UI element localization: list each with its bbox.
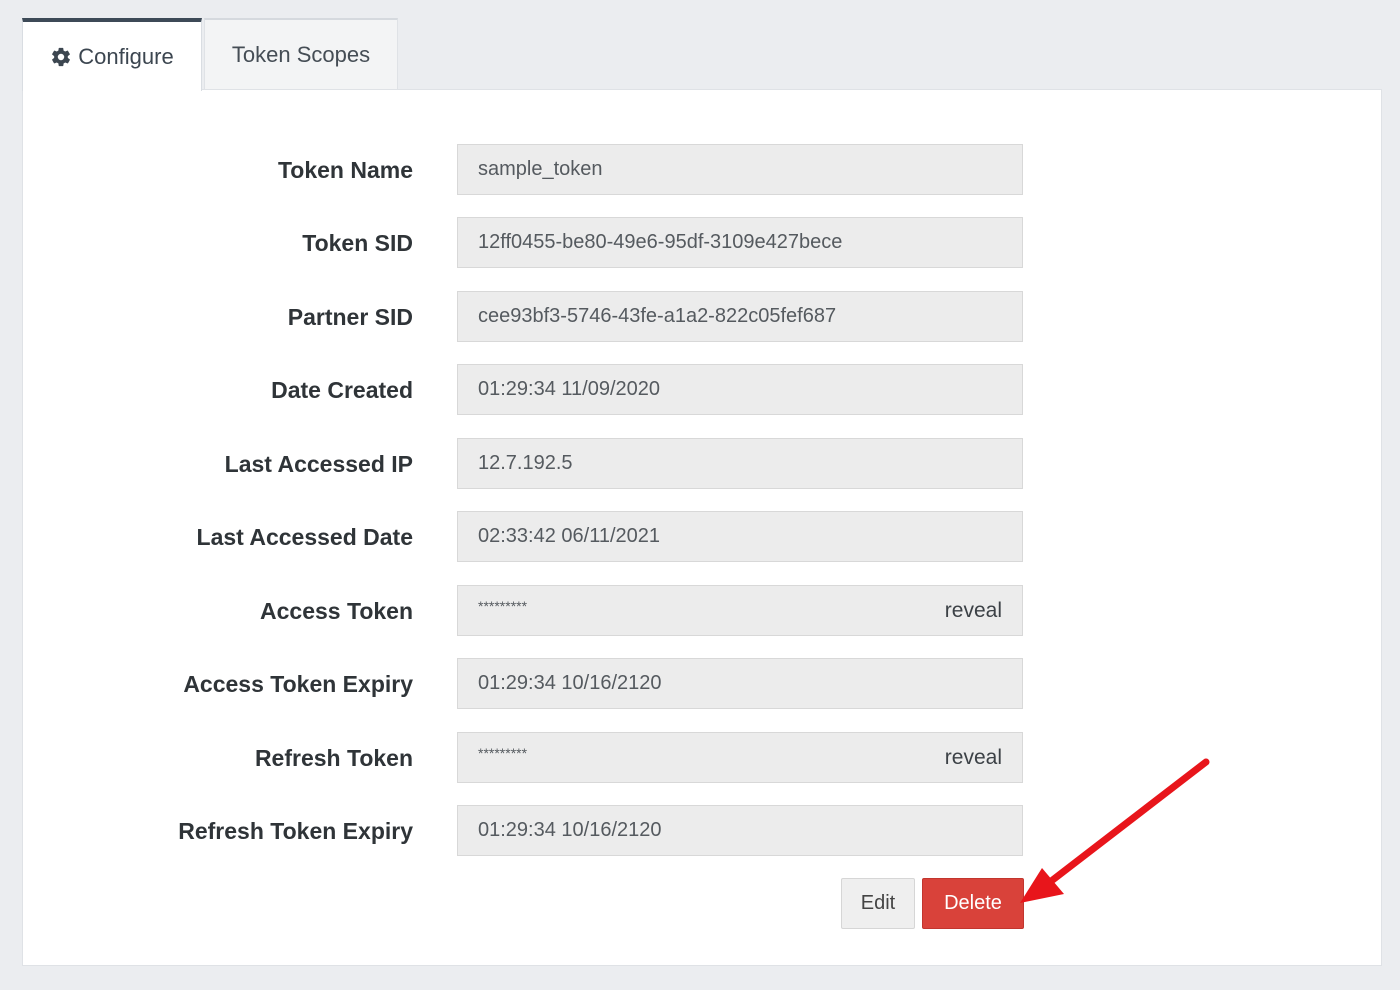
access-token-value: ********* — [478, 598, 528, 614]
delete-button[interactable]: Delete — [922, 878, 1024, 929]
access-token-field[interactable]: ********* reveal — [457, 585, 1023, 636]
date-created-row: Date Created 01:29:34 11/09/2020 — [23, 364, 1381, 416]
tab-configure-label: Configure — [78, 43, 174, 69]
date-created-field[interactable]: 01:29:34 11/09/2020 — [457, 364, 1023, 415]
last-accessed-date-value: 02:33:42 06/11/2021 — [478, 525, 661, 547]
partner-sid-label: Partner SID — [287, 304, 413, 330]
tab-token-scopes-label: Token Scopes — [231, 42, 371, 67]
last-accessed-ip-field[interactable]: 12.7.192.5 — [457, 438, 1023, 489]
access-token-expiry-field[interactable]: 01:29:34 10/16/2120 — [457, 658, 1023, 709]
token-sid-field[interactable]: 12ff0455-be80-49e6-95df-3109e427bece — [457, 217, 1023, 268]
date-created-label: Date Created — [271, 377, 413, 403]
token-name-label: Token Name — [277, 157, 413, 183]
token-name-row: Token Name sample_token — [23, 144, 1381, 196]
edit-button[interactable]: Edit — [841, 878, 915, 929]
token-sid-value: 12ff0455-be80-49e6-95df-3109e427bece — [478, 231, 843, 253]
refresh-token-expiry-field[interactable]: 01:29:34 10/16/2120 — [457, 805, 1023, 856]
refresh-token-field[interactable]: ********* reveal — [457, 732, 1023, 783]
access-token-expiry-row: Access Token Expiry 01:29:34 10/16/2120 — [23, 658, 1381, 710]
gear-icon — [52, 47, 71, 66]
last-accessed-ip-label: Last Accessed IP — [224, 451, 413, 477]
refresh-token-label: Refresh Token — [254, 745, 413, 771]
access-token-row: Access Token ********* reveal — [23, 585, 1381, 637]
partner-sid-value: cee93bf3-5746-43fe-a1a2-822c05fef687 — [478, 305, 837, 327]
refresh-token-expiry-label: Refresh Token Expiry — [178, 818, 413, 844]
last-accessed-date-row: Last Accessed Date 02:33:42 06/11/2021 — [23, 511, 1381, 563]
token-sid-label: Token SID — [302, 230, 413, 256]
access-token-expiry-label: Access Token Expiry — [183, 671, 413, 697]
token-name-field[interactable]: sample_token — [457, 144, 1023, 195]
partner-sid-row: Partner SID cee93bf3-5746-43fe-a1a2-822c… — [23, 291, 1381, 343]
last-accessed-date-field[interactable]: 02:33:42 06/11/2021 — [457, 511, 1023, 562]
refresh-token-value: ********* — [478, 745, 528, 761]
access-token-expiry-value: 01:29:34 10/16/2120 — [478, 672, 662, 694]
partner-sid-field[interactable]: cee93bf3-5746-43fe-a1a2-822c05fef687 — [457, 291, 1023, 342]
date-created-value: 01:29:34 11/09/2020 — [478, 378, 661, 400]
annotation-arrow-shaft — [1046, 758, 1210, 886]
refresh-token-expiry-value: 01:29:34 10/16/2120 — [478, 819, 662, 841]
last-accessed-ip-value: 12.7.192.5 — [478, 452, 573, 474]
token-sid-row: Token SID 12ff0455-be80-49e6-95df-3109e4… — [23, 217, 1381, 269]
refresh-token-reveal-link[interactable]: reveal — [945, 746, 1002, 770]
access-token-label: Access Token — [260, 598, 413, 624]
token-name-value: sample_token — [478, 158, 603, 180]
last-accessed-ip-row: Last Accessed IP 12.7.192.5 — [23, 438, 1381, 490]
tab-configure[interactable]: Configure — [22, 18, 202, 91]
tab-token-scopes[interactable]: Token Scopes — [204, 18, 398, 90]
last-accessed-date-label: Last Accessed Date — [196, 524, 413, 550]
access-token-reveal-link[interactable]: reveal — [945, 599, 1002, 623]
annotation-arrow-icon — [1020, 758, 1210, 903]
